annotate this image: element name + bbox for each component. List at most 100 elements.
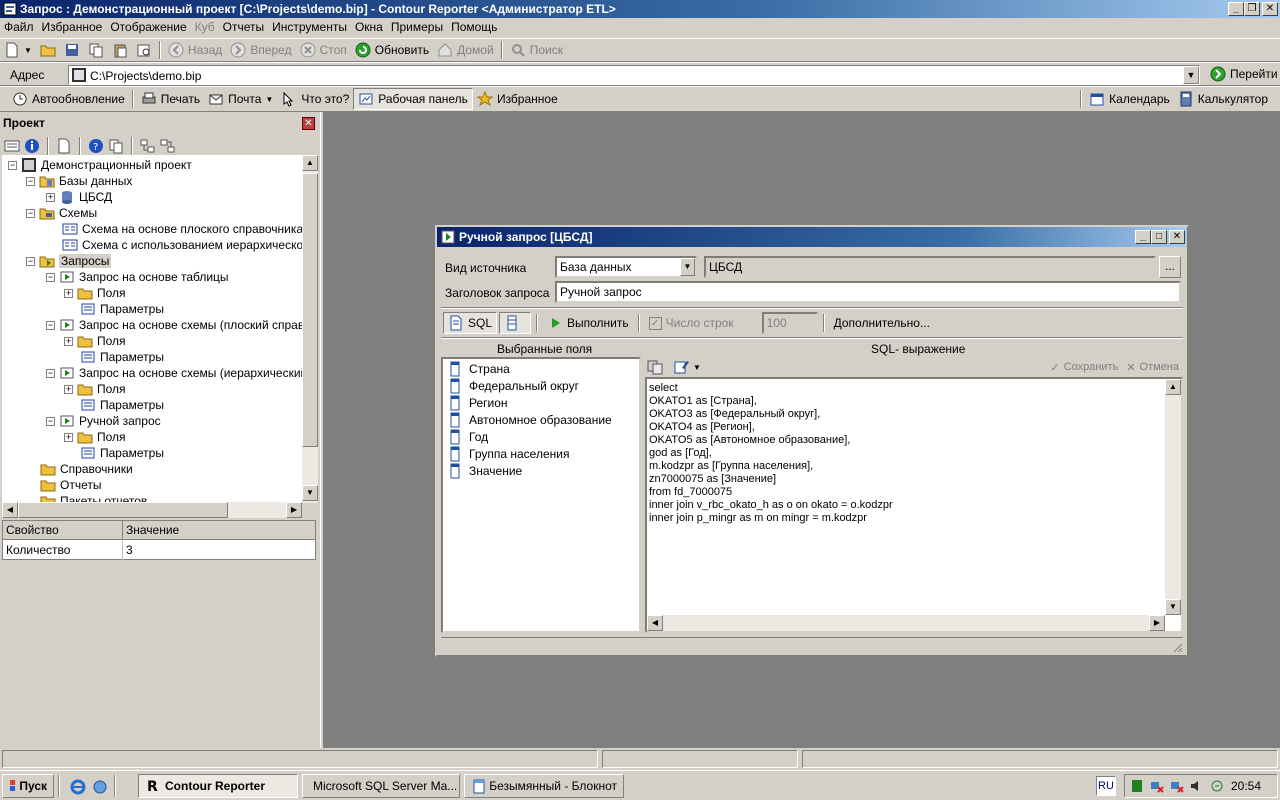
fields-list[interactable]: Страна Федеральный округ Регион Автономн… — [441, 357, 641, 633]
new-button[interactable]: ▼ — [0, 39, 36, 61]
tree-item-schema-hier[interactable]: Схема с использованием иерархического к — [62, 237, 318, 253]
tree-item-databases[interactable]: − Базы данных — [26, 173, 132, 189]
resize-grip-icon[interactable] — [1171, 641, 1183, 653]
tree-item-query-table[interactable]: − Запрос на основе таблицы — [46, 269, 229, 285]
forward-button[interactable]: Вперед — [226, 39, 295, 61]
sql-text[interactable]: select OKATO1 as [Страна], OKATO3 as [Фе… — [649, 382, 893, 525]
home-button[interactable]: Домой — [433, 39, 498, 61]
back-button[interactable]: Назад — [164, 39, 226, 61]
ie-icon[interactable] — [70, 779, 86, 795]
edit-sql-icon[interactable] — [673, 359, 689, 375]
tree-item-fields[interactable]: + Поля — [64, 333, 126, 349]
save-button[interactable] — [60, 39, 84, 61]
copy-icon[interactable] — [108, 138, 124, 154]
property-col-header[interactable]: Свойство — [3, 521, 123, 540]
scroll-up-icon[interactable]: ▲ — [1165, 379, 1181, 395]
calculator-button[interactable]: Калькулятор — [1174, 88, 1272, 110]
execute-button[interactable]: Выполнить — [543, 312, 633, 334]
menu-help[interactable]: Помощь — [447, 18, 501, 37]
task-sql-server[interactable]: Microsoft SQL Server Ma... — [302, 774, 460, 798]
tree-item-reports[interactable]: Отчеты — [40, 477, 101, 493]
menu-reports[interactable]: Отчеты — [219, 18, 268, 37]
favorites-button[interactable]: Избранное — [473, 88, 562, 110]
minimize-button[interactable]: _ — [1228, 2, 1244, 16]
menu-windows[interactable]: Окна — [351, 18, 387, 37]
tray-volume-icon[interactable] — [1189, 778, 1205, 794]
task-contour-reporter[interactable]: R Contour Reporter — [138, 774, 298, 798]
paste-button[interactable] — [108, 39, 132, 61]
stop-button[interactable]: Стоп — [296, 39, 351, 61]
tray-network-icon[interactable] — [1149, 778, 1165, 794]
print-button[interactable]: Печать — [137, 88, 204, 110]
chevron-down-icon[interactable]: ▼ — [693, 363, 701, 372]
restore-button[interactable]: ❐ — [1244, 2, 1260, 16]
open-button[interactable] — [36, 39, 60, 61]
list-item[interactable]: Автономное образование — [443, 411, 639, 428]
source-type-select[interactable]: База данных ▼ — [555, 256, 697, 278]
scroll-right-icon[interactable]: ▶ — [286, 502, 302, 518]
tree-item-query-manual[interactable]: − Ручной запрос — [46, 413, 161, 429]
browse-button[interactable]: ... — [1159, 256, 1181, 278]
more-button[interactable]: Дополнительно... — [830, 312, 934, 334]
scroll-down-icon[interactable]: ▼ — [302, 485, 318, 501]
tree-item-params[interactable]: Параметры — [80, 349, 164, 365]
design-tab-button[interactable] — [499, 312, 532, 334]
info-icon[interactable] — [24, 138, 40, 154]
desktop-icon[interactable] — [92, 779, 108, 795]
tree-item-dictionaries[interactable]: Справочники — [40, 461, 133, 477]
dialog-titlebar[interactable]: Ручной запрос [ЦБСД] _ □ ✕ — [437, 227, 1187, 247]
refresh-button[interactable]: Обновить — [351, 39, 433, 61]
sql-vscrollbar[interactable]: ▲ ▼ — [1165, 379, 1181, 615]
list-item[interactable]: Регион — [443, 394, 639, 411]
scroll-right-icon[interactable]: ▶ — [1149, 615, 1165, 631]
chevron-down-icon[interactable]: ▼ — [680, 258, 695, 276]
task-notepad[interactable]: Безымянный - Блокнот — [464, 774, 624, 798]
dashboard-button[interactable]: Рабочая панель — [353, 88, 473, 110]
cancel-sql-button[interactable]: ✕ Отмена — [1122, 356, 1183, 378]
scroll-up-icon[interactable]: ▲ — [302, 155, 318, 171]
save-sql-button[interactable]: ✓ Сохранить — [1046, 356, 1122, 378]
list-item[interactable]: Значение — [443, 462, 639, 479]
property-value[interactable]: 3 — [123, 541, 315, 560]
tree-item-fields[interactable]: + Поля — [64, 285, 126, 301]
rowcount-checkbox[interactable]: ✓ Число строк — [645, 312, 738, 334]
dialog-maximize-button[interactable]: □ — [1151, 230, 1167, 244]
tree-item-schemas[interactable]: − Схемы — [26, 205, 97, 221]
scroll-left-icon[interactable]: ◀ — [2, 502, 18, 518]
tree-item-fields[interactable]: + Поля — [64, 429, 126, 445]
window-titlebar[interactable]: Запрос : Демонстрационный проект [C:\Pro… — [0, 0, 1280, 18]
query-header-input[interactable]: Ручной запрос — [555, 281, 1181, 303]
tree-item-params[interactable]: Параметры — [80, 445, 164, 461]
tree-item-fields[interactable]: + Поля — [64, 381, 126, 397]
tree-item-cbsd[interactable]: + ЦБСД — [46, 189, 112, 205]
address-input[interactable]: C:\Projects\demo.bip ▼ — [68, 65, 1200, 85]
sql-hscrollbar[interactable]: ◀ ▶ — [647, 615, 1165, 631]
hscroll-thumb[interactable] — [18, 502, 228, 518]
tree-hscrollbar[interactable]: ◀ ▶ — [2, 502, 302, 518]
dialog-close-button[interactable]: ✕ — [1169, 230, 1185, 244]
tree-vscrollbar[interactable]: ▲ ▼ — [302, 155, 318, 503]
value-col-header[interactable]: Значение — [123, 521, 315, 540]
menu-tools[interactable]: Инструменты — [268, 18, 351, 37]
close-panel-icon[interactable]: ✕ — [302, 117, 315, 130]
start-button[interactable]: Пуск — [2, 774, 54, 798]
close-button[interactable]: ✕ — [1262, 2, 1278, 16]
tree-item-query-hier[interactable]: − Запрос на основе схемы (иерархический к… — [46, 365, 318, 381]
tray-server-icon[interactable] — [1129, 778, 1145, 794]
calendar-button[interactable]: Календарь — [1085, 88, 1174, 110]
autorefresh-button[interactable]: Автообновление — [8, 88, 129, 110]
blank-page-icon[interactable] — [56, 138, 72, 154]
project-tree[interactable]: − Демонстрационный проект − Базы данных + Ц… — [2, 155, 318, 503]
tree-item-queries[interactable]: − Запросы — [26, 253, 112, 269]
address-dropdown-button[interactable]: ▼ — [1183, 66, 1199, 84]
print-preview-button[interactable] — [132, 39, 156, 61]
whatis-button[interactable]: Что это? — [277, 88, 353, 110]
tree-item-schema-flat[interactable]: Схема на основе плоского справочника — [62, 221, 303, 237]
search-button[interactable]: Поиск — [506, 39, 567, 61]
scroll-left-icon[interactable]: ◀ — [647, 615, 663, 631]
sql-tab-button[interactable]: SQL — [443, 312, 498, 334]
go-button[interactable]: Перейти — [1206, 63, 1280, 85]
copy-button[interactable] — [84, 39, 108, 61]
menu-favorites[interactable]: Избранное — [38, 18, 107, 37]
dialog-minimize-button[interactable]: _ — [1135, 230, 1151, 244]
